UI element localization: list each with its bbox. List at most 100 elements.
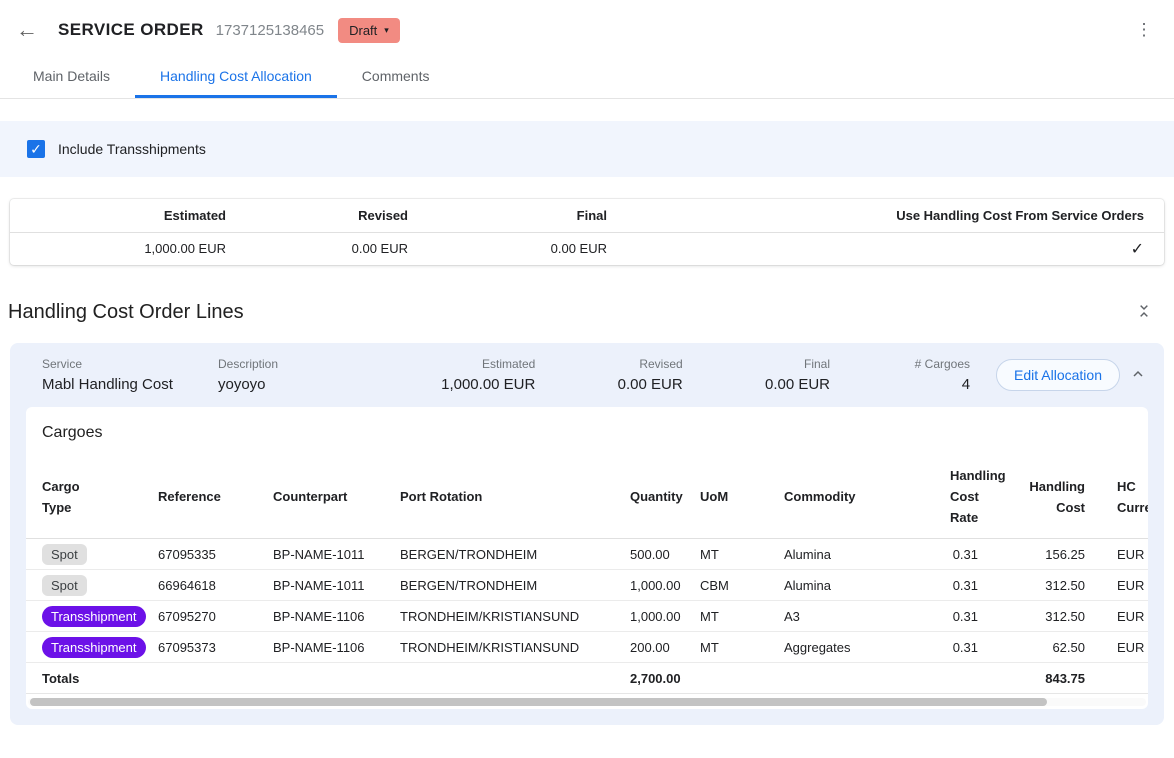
reference-cell: 67095335 [142, 539, 257, 570]
edit-allocation-button[interactable]: Edit Allocation [996, 359, 1120, 391]
summary-revised-value: 0.00 EUR [226, 232, 408, 265]
include-transshipments-panel: ✓ Include Transshipments [0, 121, 1174, 177]
field-label: Description [218, 357, 388, 371]
collapse-all-button[interactable] [1134, 301, 1154, 324]
counterpart-cell: BP-NAME-1011 [257, 539, 384, 570]
col-cargo-type: Cargo Type [26, 455, 142, 539]
cargo-type-chip: Spot [42, 544, 87, 565]
handling-cost-cell: 156.25 [994, 539, 1101, 570]
field-description: Description yoyoyo [218, 357, 388, 393]
field-final: Final 0.00 EUR [683, 357, 830, 393]
caret-down-icon: ▾ [384, 26, 389, 35]
summary-col-revised: Revised [226, 199, 408, 232]
cargo-type-cell: Spot [26, 570, 142, 601]
reference-cell: 66964618 [142, 570, 257, 601]
summary-card: Estimated Revised Final Use Handling Cos… [10, 199, 1164, 265]
commodity-cell: Aggregates [768, 632, 934, 663]
header-top-row: ← SERVICE ORDER 1737125138465 Draft ▾ ⋮ [0, 12, 1174, 48]
hc-rate-cell: 0.31 [934, 570, 994, 601]
col-quantity: Quantity [614, 455, 684, 539]
quantity-cell: 200.00 [614, 632, 684, 663]
summary-use-hc-cell: ✓ [607, 232, 1164, 265]
field-label: Revised [535, 357, 682, 371]
handling-cost-cell: 312.50 [994, 601, 1101, 632]
summary-col-estimated: Estimated [10, 199, 226, 232]
tab-main-details[interactable]: Main Details [8, 57, 135, 98]
totals-quantity: 2,700.00 [614, 663, 684, 694]
include-transshipments-checkbox[interactable]: ✓ [27, 140, 45, 158]
cargo-type-cell: Spot [26, 539, 142, 570]
hc-rate-cell: 0.31 [934, 539, 994, 570]
totals-handling-cost: 843.75 [994, 663, 1101, 694]
field-label: Estimated [388, 357, 535, 371]
table-row: Transshipment 67095270 BP-NAME-1106 TRON… [26, 601, 1148, 632]
summary-value-row: 1,000.00 EUR 0.00 EUR 0.00 EUR ✓ [10, 232, 1164, 265]
hc-currency-cell: EUR [1101, 539, 1148, 570]
totals-row: Totals 2,700.00 843.75 [26, 663, 1148, 694]
summary-col-final: Final [408, 199, 607, 232]
order-number: 1737125138465 [216, 22, 324, 39]
tab-bar: Main Details Handling Cost Allocation Co… [0, 57, 1174, 98]
col-handling-cost-rate: Handling Cost Rate [934, 455, 994, 539]
cargo-type-chip: Transshipment [42, 606, 146, 627]
port-rotation-cell: TRONDHEIM/KRISTIANSUND [384, 632, 614, 663]
status-label: Draft [349, 23, 377, 38]
field-revised: Revised 0.00 EUR [535, 357, 682, 393]
cargoes-header-row: Cargo Type Reference Counterpart Port Ro… [26, 455, 1148, 539]
hc-currency-cell: EUR [1101, 601, 1148, 632]
back-button[interactable]: ← [16, 16, 44, 44]
uom-cell: MT [684, 601, 768, 632]
hc-rate-cell: 0.31 [934, 601, 994, 632]
field-label: Service [42, 357, 218, 371]
arrow-left-icon: ← [16, 17, 38, 42]
port-rotation-cell: BERGEN/TRONDHEIM [384, 570, 614, 601]
uom-cell: MT [684, 539, 768, 570]
cargoes-table-viewport: Cargo Type Reference Counterpart Port Ro… [26, 455, 1148, 694]
cargo-type-cell: Transshipment [26, 632, 142, 663]
col-handling-cost: Handling Cost [994, 455, 1101, 539]
counterpart-cell: BP-NAME-1106 [257, 632, 384, 663]
field-value: 0.00 EUR [683, 376, 830, 393]
summary-col-use-hc: Use Handling Cost From Service Orders [607, 199, 1164, 232]
summary-header-row: Estimated Revised Final Use Handling Cos… [10, 199, 1164, 232]
chevron-up-icon [1130, 366, 1146, 385]
quantity-cell: 1,000.00 [614, 570, 684, 601]
app-header: ← SERVICE ORDER 1737125138465 Draft ▾ ⋮ … [0, 0, 1174, 99]
section-header: Handling Cost Order Lines [8, 292, 1166, 332]
kebab-menu-button[interactable]: ⋮ [1130, 16, 1158, 44]
col-uom: UoM [684, 455, 768, 539]
status-badge[interactable]: Draft ▾ [338, 18, 400, 43]
field-service: Service Mabl Handling Cost [42, 357, 218, 393]
counterpart-cell: BP-NAME-1011 [257, 570, 384, 601]
tab-handling-cost-allocation[interactable]: Handling Cost Allocation [135, 57, 337, 98]
table-row: Spot 67095335 BP-NAME-1011 BERGEN/TRONDH… [26, 539, 1148, 570]
hc-currency-cell: EUR [1101, 632, 1148, 663]
cargoes-card: Cargoes Cargo Type Reference Counterpart… [26, 407, 1148, 709]
uom-cell: CBM [684, 570, 768, 601]
collapse-line-button[interactable] [1128, 364, 1148, 387]
cargo-type-cell: Transshipment [26, 601, 142, 632]
commodity-cell: A3 [768, 601, 934, 632]
col-reference: Reference [142, 455, 257, 539]
field-value: 4 [830, 376, 970, 393]
check-icon: ✓ [1131, 241, 1144, 258]
handling-cost-cell: 312.50 [994, 570, 1101, 601]
quantity-cell: 500.00 [614, 539, 684, 570]
field-value: Mabl Handling Cost [42, 376, 218, 393]
order-line-header: Service Mabl Handling Cost Description y… [26, 355, 1148, 407]
field-label: # Cargoes [830, 357, 970, 371]
field-value: 1,000.00 EUR [388, 376, 535, 393]
cargoes-title: Cargoes [26, 424, 1148, 442]
commodity-cell: Alumina [768, 539, 934, 570]
col-counterpart: Counterpart [257, 455, 384, 539]
cargo-type-chip: Transshipment [42, 637, 146, 658]
hc-currency-cell: EUR [1101, 570, 1148, 601]
table-row: Transshipment 67095373 BP-NAME-1106 TRON… [26, 632, 1148, 663]
counterpart-cell: BP-NAME-1106 [257, 601, 384, 632]
tab-comments[interactable]: Comments [337, 57, 455, 98]
field-num-cargoes: # Cargoes 4 [830, 357, 970, 393]
horizontal-scrollbar-track[interactable] [28, 698, 1146, 706]
horizontal-scrollbar-thumb[interactable] [30, 698, 1047, 706]
table-row: Spot 66964618 BP-NAME-1011 BERGEN/TRONDH… [26, 570, 1148, 601]
field-value: yoyoyo [218, 376, 388, 393]
